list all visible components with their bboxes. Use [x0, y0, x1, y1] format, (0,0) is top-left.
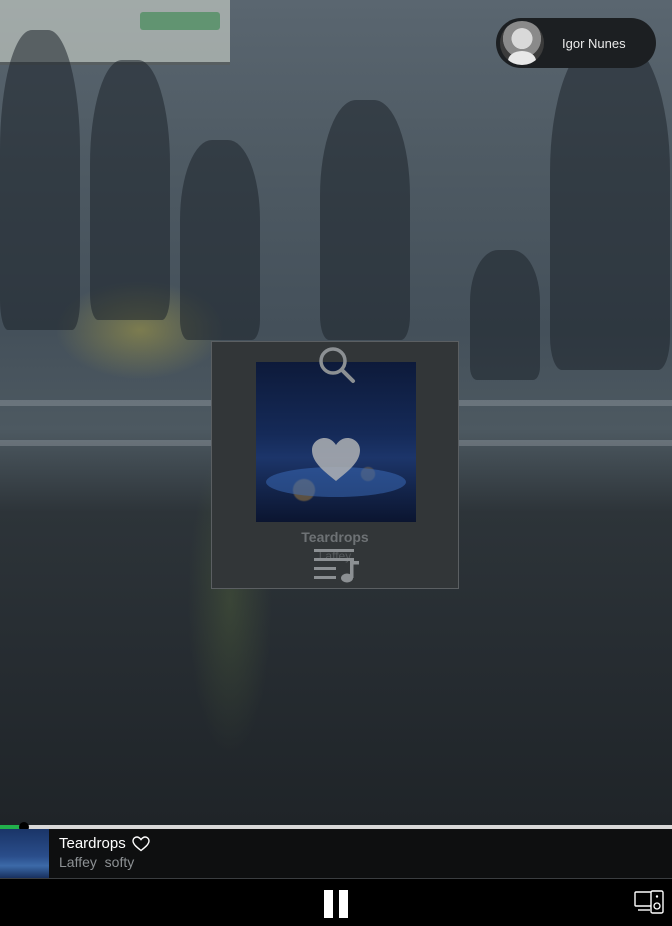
- bg-figure: [180, 140, 260, 340]
- now-playing-bar: Teardrops Laffey softy: [0, 829, 672, 879]
- track-thumbnail[interactable]: [0, 829, 49, 878]
- card-track-title: Teardrops: [301, 529, 369, 545]
- player-controls: [0, 879, 672, 926]
- track-title: Teardrops: [59, 835, 126, 852]
- now-playing-card: Teardrops Laffey: [211, 341, 459, 589]
- bg-figure: [90, 60, 170, 320]
- avatar: [500, 21, 544, 65]
- pause-icon: [324, 890, 333, 918]
- queue-icon[interactable]: [314, 547, 360, 583]
- user-name: Igor Nunes: [562, 35, 626, 51]
- track-artist: Laffey: [59, 854, 97, 870]
- bg-figure: [550, 40, 670, 370]
- search-icon[interactable]: [316, 344, 356, 384]
- user-profile-button[interactable]: Igor Nunes: [496, 18, 656, 68]
- bg-figure: [0, 30, 80, 330]
- track-artist-line: Laffey softy: [59, 854, 134, 870]
- pause-icon: [339, 890, 348, 918]
- heart-outline-icon[interactable]: [132, 836, 150, 852]
- heart-icon[interactable]: [311, 437, 361, 483]
- bg-figure: [320, 100, 410, 340]
- track-album: softy: [104, 854, 135, 870]
- bg-figure: [470, 250, 540, 380]
- pause-button[interactable]: [320, 888, 352, 920]
- device-icon[interactable]: [634, 890, 664, 914]
